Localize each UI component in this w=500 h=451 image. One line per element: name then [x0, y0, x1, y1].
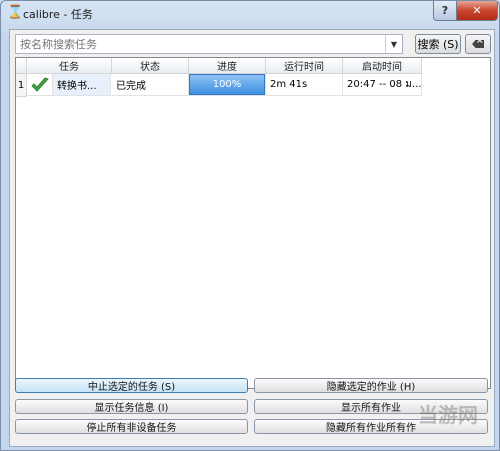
column-header-progress[interactable]: 进度: [189, 58, 266, 74]
column-header-start-time[interactable]: 启动时间: [343, 58, 422, 74]
cell-task-name[interactable]: 转换书...: [53, 74, 111, 96]
checkmark-icon: [30, 77, 49, 92]
calibre-jobs-window: ⌛ calibre - 任务 ? ✕ ▼ 搜索 (S) 任务 状态 进度 运行时…: [0, 0, 500, 451]
column-header-status[interactable]: 状态: [112, 58, 189, 74]
progress-bar: 100%: [189, 74, 265, 95]
chevron-down-icon[interactable]: ▼: [385, 35, 402, 53]
backspace-clear-icon: [472, 40, 484, 48]
close-button[interactable]: ✕: [456, 1, 498, 21]
cell-progress[interactable]: 100%: [189, 74, 266, 96]
window-title: calibre - 任务: [23, 8, 93, 21]
stop-non-device-jobs-button[interactable]: 停止所有非设备任务: [15, 419, 248, 434]
hourglass-icon: ⌛: [7, 5, 24, 20]
show-job-info-button[interactable]: 显示任务信息 (I): [15, 399, 248, 414]
clear-search-button[interactable]: [465, 34, 491, 54]
table-corner: [16, 58, 27, 74]
jobs-panel: ▼ 搜索 (S) 任务 状态 进度 运行时间 启动时间 1 转换书... 已完成…: [9, 29, 495, 447]
abort-selected-button[interactable]: 中止选定的任务 (S): [15, 378, 248, 393]
cell-status[interactable]: 已完成: [112, 74, 189, 96]
row-number: 1: [16, 74, 27, 97]
jobs-table: 任务 状态 进度 运行时间 启动时间 1 转换书... 已完成 100% 2m …: [15, 57, 491, 389]
hide-selected-button[interactable]: 隐藏选定的作业 (H): [254, 378, 488, 393]
column-header-run-time[interactable]: 运行时间: [266, 58, 343, 74]
search-combobox[interactable]: ▼: [15, 34, 403, 54]
column-header-task[interactable]: 任务: [27, 58, 112, 74]
cell-run-time[interactable]: 2m 41s: [266, 74, 343, 96]
search-input[interactable]: [18, 36, 382, 52]
watermark-logo: 当游网: [418, 403, 478, 427]
search-button[interactable]: 搜索 (S): [415, 34, 461, 54]
title-bar: ⌛ calibre - 任务 ? ✕: [1, 1, 499, 27]
help-button[interactable]: ?: [433, 1, 457, 21]
cell-start-time[interactable]: 20:47 -- 08 ม...: [343, 74, 422, 96]
table-row[interactable]: [27, 74, 53, 96]
